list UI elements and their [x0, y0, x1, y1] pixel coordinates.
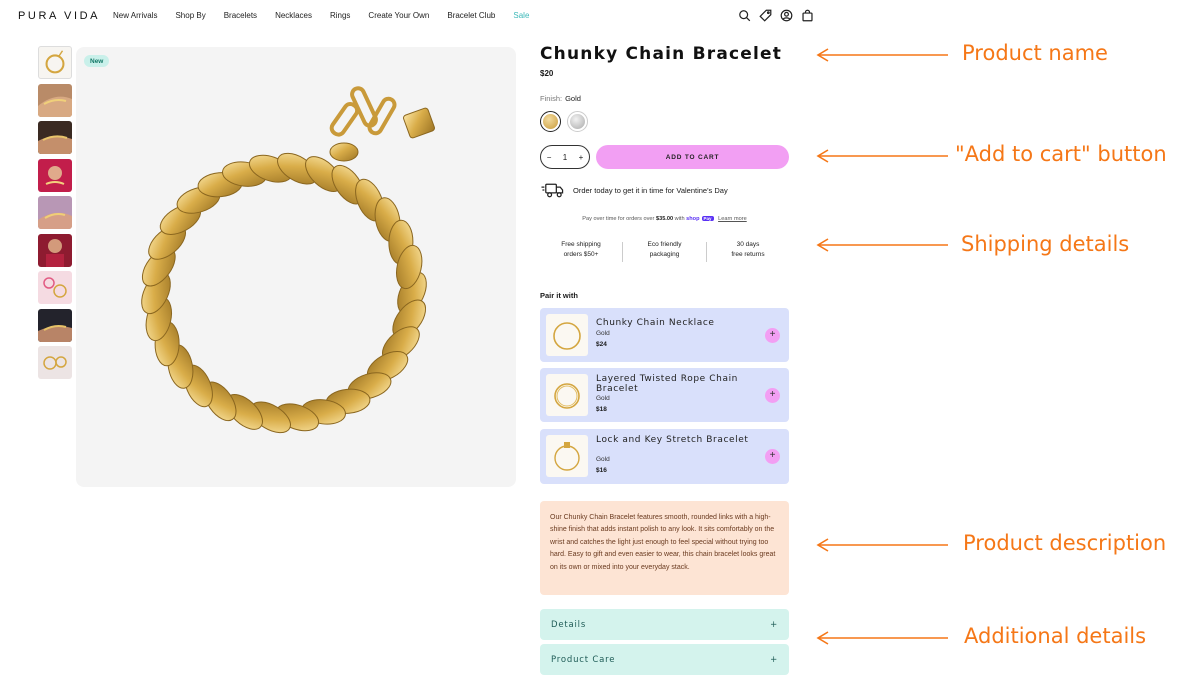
perk-line-2: orders $50+ [563, 250, 599, 258]
shipping-note: Order today to get it in time for Valent… [541, 182, 728, 198]
nav-new-arrivals[interactable]: New Arrivals [113, 11, 157, 20]
thumbnail-2[interactable] [38, 83, 72, 117]
thumbnail-5[interactable] [38, 196, 72, 229]
learn-more-link[interactable]: Learn more [718, 216, 747, 222]
main-product-image[interactable]: New [76, 47, 516, 487]
nav-rings[interactable]: Rings [330, 11, 350, 20]
nav-create-your-own[interactable]: Create Your Own [368, 11, 429, 20]
shop-pay-note: Pay over time for orders over $35.00 wit… [540, 216, 789, 222]
perk-line-1: 30 days [736, 241, 760, 248]
shop-pay-logo: shop [686, 216, 700, 222]
pair-card-necklace[interactable]: Chunky Chain Necklace Gold $24 + [540, 308, 789, 362]
quantity-stepper: − 1 + [540, 145, 590, 169]
shipping-note-text: Order today to get it in time for Valent… [573, 185, 728, 195]
finish-value: Gold [565, 94, 581, 103]
annotation-additional: Additional details [964, 624, 1147, 648]
pair-finish: Gold [596, 330, 610, 337]
pair-card-lock-key-bracelet[interactable]: Lock and Key Stretch Bracelet Gold $16 + [540, 429, 789, 484]
perk-free-shipping: Free shipping orders $50+ [540, 240, 622, 262]
add-to-cart-button[interactable]: ADD TO CART [596, 145, 789, 169]
product-description: Our Chunky Chain Bracelet features smoot… [540, 501, 789, 595]
pair-finish: Gold [596, 456, 610, 463]
pair-name: Lock and Key Stretch Bracelet [596, 435, 749, 445]
perk-line-1: Eco friendly [647, 241, 682, 248]
pair-heading: Pair it with [540, 291, 578, 300]
shipping-perks: Free shipping orders $50+ Eco friendly pac… [540, 240, 789, 262]
plus-icon: + [770, 619, 778, 630]
finish-label: Finish: Gold [540, 94, 581, 103]
search-icon[interactable] [738, 9, 751, 22]
pair-price: $24 [596, 341, 607, 348]
thumbnail-9[interactable] [38, 346, 72, 379]
account-icon[interactable] [780, 9, 793, 22]
pair-thumbnail [546, 314, 588, 356]
accordion-details[interactable]: Details + [540, 609, 789, 640]
bracelet-clasp [329, 86, 435, 162]
swatch-gold[interactable] [540, 111, 561, 132]
annotation-product-name: Product name [962, 41, 1108, 65]
annotation-arrow [816, 149, 948, 163]
pair-price: $18 [596, 406, 607, 413]
perk-line-2: packaging [649, 250, 680, 258]
perk-line-2: free returns [731, 250, 765, 258]
annotation-arrow [816, 631, 948, 645]
pay-amount: $35.00 [655, 216, 674, 222]
qty-value[interactable]: 1 [563, 153, 567, 162]
accordion-label: Details [551, 619, 587, 630]
nav-shop-by[interactable]: Shop By [175, 11, 205, 20]
qty-decrease-button[interactable]: − [547, 153, 552, 162]
delivery-truck-icon [541, 183, 564, 198]
pair-add-button[interactable]: + [765, 388, 780, 403]
thumbnail-3[interactable] [38, 121, 72, 154]
nav-bracelets[interactable]: Bracelets [224, 11, 257, 20]
pair-thumbnail [546, 374, 588, 416]
nav-sale[interactable]: Sale [513, 11, 529, 20]
perk-eco-packaging: Eco friendly packaging [624, 240, 706, 262]
thumbnail-1[interactable] [38, 46, 72, 79]
accordion-label: Product Care [551, 654, 616, 665]
pay-with: with [674, 216, 685, 222]
pair-name: Chunky Chain Necklace [596, 318, 715, 328]
pair-thumbnail [546, 435, 588, 477]
finish-label-text: Finish: [540, 94, 563, 103]
annotation-shipping: Shipping details [961, 232, 1130, 256]
pair-add-button[interactable]: + [765, 328, 780, 343]
annotation-arrow [816, 48, 948, 62]
accordion-product-care[interactable]: Product Care + [540, 644, 789, 675]
annotation-arrow [816, 538, 948, 552]
product-title: Chunky Chain Bracelet [540, 44, 783, 64]
shop-pay-badge: Pay [701, 216, 714, 221]
qty-increase-button[interactable]: + [579, 153, 584, 162]
perk-line-1: Free shipping [561, 241, 601, 248]
pair-card-rope-bracelet[interactable]: Layered Twisted Rope Chain Bracelet Gold… [540, 368, 789, 422]
product-price: $20 [540, 69, 554, 78]
bracelet-image [141, 86, 435, 434]
bag-icon[interactable] [801, 9, 814, 22]
main-nav: New Arrivals Shop By Bracelets Necklaces… [113, 11, 547, 20]
perk-free-returns: 30 days free returns [707, 240, 789, 262]
header-icons [738, 9, 814, 22]
brand-logo[interactable]: PURA VIDA [18, 10, 100, 22]
nav-bracelet-club[interactable]: Bracelet Club [447, 11, 495, 20]
thumbnail-7[interactable] [38, 271, 72, 304]
finish-swatches [540, 111, 588, 132]
thumbnail-6[interactable] [38, 233, 72, 267]
pair-finish: Gold [596, 395, 610, 402]
plus-icon: + [770, 654, 778, 665]
annotation-description: Product description [963, 531, 1167, 555]
thumbnail-8[interactable] [38, 308, 72, 342]
pair-price: $16 [596, 467, 607, 474]
tag-icon[interactable] [759, 9, 772, 22]
pay-prefix: Pay over time for orders over [582, 216, 655, 222]
nav-necklaces[interactable]: Necklaces [275, 11, 312, 20]
thumbnail-strip [38, 46, 72, 384]
new-badge: New [84, 55, 110, 67]
annotation-arrow [816, 238, 948, 252]
thumbnail-4[interactable] [38, 158, 72, 192]
annotation-add-to-cart: "Add to cart" button [955, 142, 1167, 166]
pair-add-button[interactable]: + [765, 449, 780, 464]
pair-name: Layered Twisted Rope Chain Bracelet [596, 374, 738, 394]
swatch-silver[interactable] [567, 111, 588, 132]
